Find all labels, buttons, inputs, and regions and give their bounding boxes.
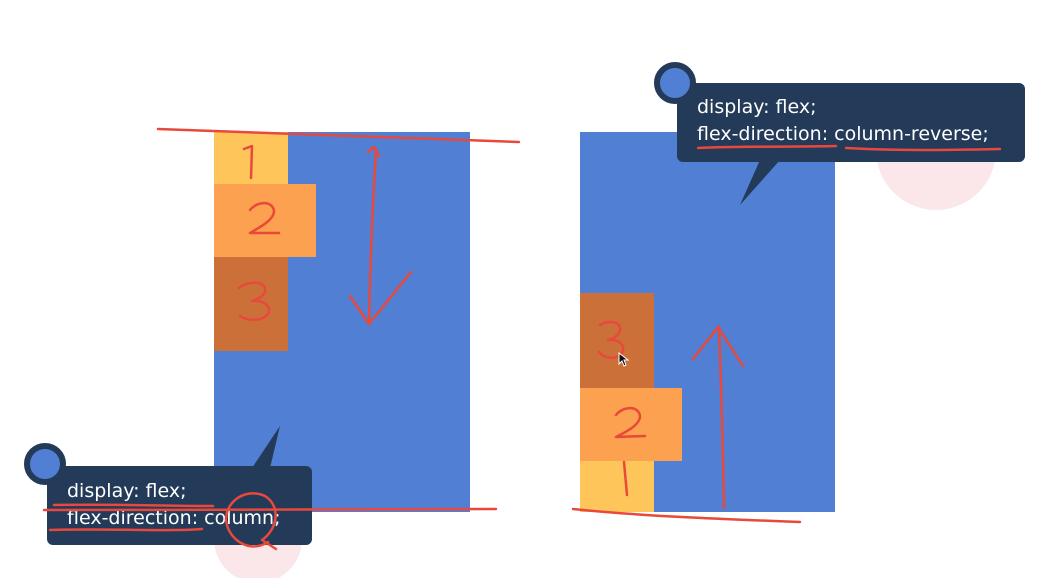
left-flex-item-2 [214, 184, 316, 257]
diagram-stage: display: flex; flex-direction: column; d… [0, 0, 1051, 578]
mouse-pointer-icon [618, 352, 630, 367]
right-code-line-flex-direction: flex-direction: column-reverse; [697, 123, 989, 145]
left-flex-item-3 [214, 257, 288, 351]
right-code-line-display: display: flex; [697, 96, 817, 118]
left-code-tooltip: display: flex; flex-direction: column; [47, 466, 312, 545]
left-tooltip-dot-icon [24, 443, 66, 485]
right-flex-item-1 [580, 461, 654, 512]
left-code-line-flex-direction: flex-direction: column; [67, 507, 281, 529]
right-flex-item-2 [580, 388, 682, 461]
right-tooltip-dot-icon [654, 62, 696, 104]
left-flex-item-1 [214, 132, 288, 184]
right-code-tooltip: display: flex; flex-direction: column-re… [677, 83, 1025, 162]
right-flex-item-3 [580, 293, 654, 388]
left-code-line-display: display: flex; [67, 480, 187, 502]
